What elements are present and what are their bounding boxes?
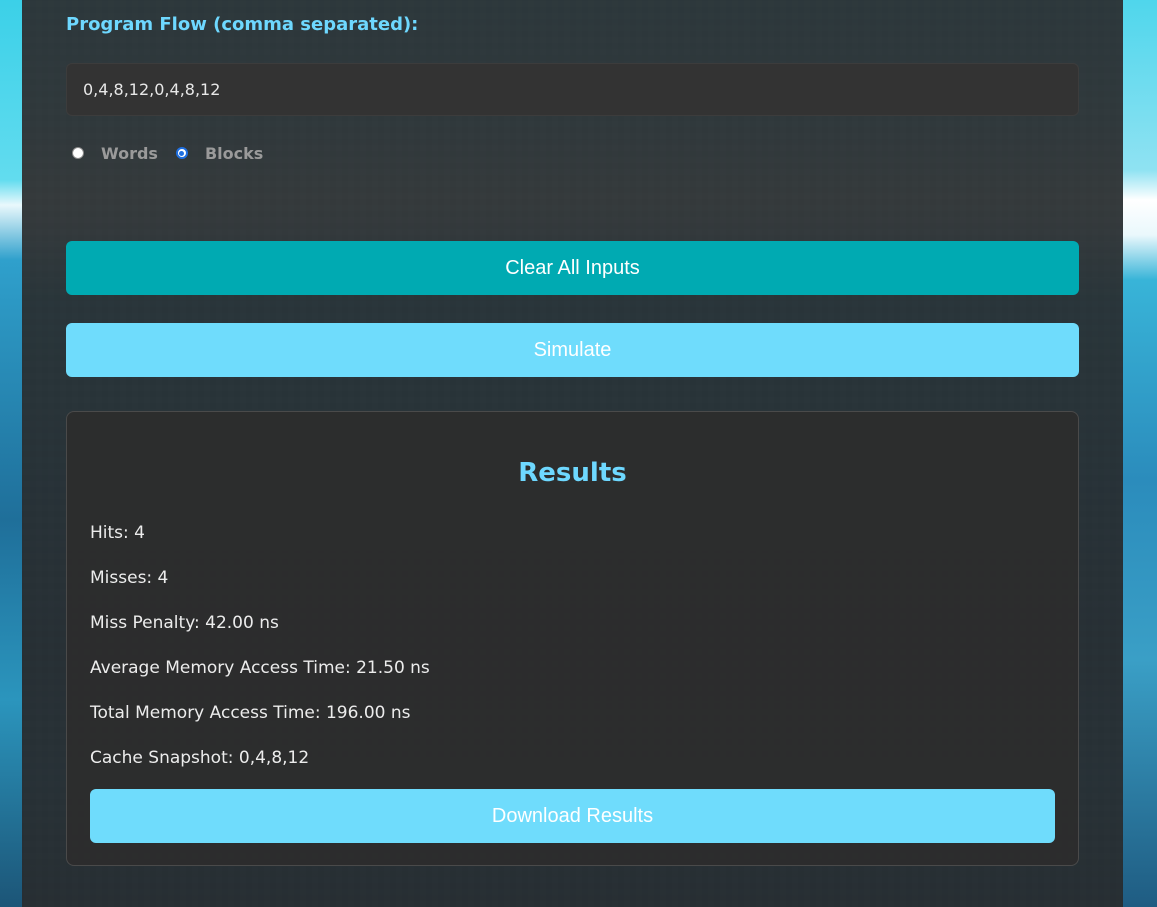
average-access-time-stat: Average Memory Access Time: 21.50 ns — [90, 658, 430, 678]
blocks-radio[interactable] — [175, 147, 188, 159]
results-title: Results — [518, 458, 627, 488]
hits-stat: Hits: 4 — [90, 523, 145, 543]
clear-all-inputs-button[interactable]: Clear All Inputs — [66, 241, 1079, 295]
unit-radio-group: Words Blocks — [72, 141, 281, 165]
blocks-radio-label[interactable]: Blocks — [205, 144, 263, 163]
results-panel: Results Hits: 4 Misses: 4 Miss Penalty: … — [66, 411, 1079, 866]
program-flow-input[interactable] — [66, 63, 1079, 116]
background-edge-right — [1123, 0, 1157, 907]
words-radio[interactable] — [72, 147, 84, 159]
background-edge-left — [0, 0, 22, 907]
cache-snapshot-stat: Cache Snapshot: 0,4,8,12 — [90, 748, 310, 768]
words-radio-label[interactable]: Words — [101, 144, 158, 163]
download-results-button[interactable]: Download Results — [90, 789, 1055, 843]
total-access-time-stat: Total Memory Access Time: 196.00 ns — [90, 703, 411, 723]
miss-penalty-stat: Miss Penalty: 42.00 ns — [90, 613, 279, 633]
program-flow-label: Program Flow (comma separated): — [66, 14, 419, 35]
simulate-button[interactable]: Simulate — [66, 323, 1079, 377]
misses-stat: Misses: 4 — [90, 568, 169, 588]
